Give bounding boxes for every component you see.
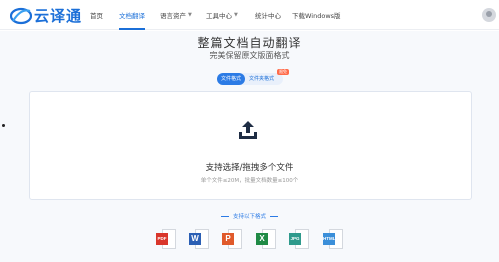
supported-formats-heading: 支持以下格式 [0,212,499,220]
powerpoint-badge: P [222,233,234,245]
top-navigation-bar: 云译通 首页 文档翻译 语言资产 ▼ 工具中心 ▼ 统计中心 下载Windows… [0,0,499,30]
nav-home[interactable]: 首页 [90,0,103,30]
free-badge: 限免 [277,69,289,75]
logo[interactable]: 云译通 [10,5,82,26]
tab-file[interactable]: 文件格式 [217,73,246,85]
chevron-down-icon: ▼ [188,12,192,18]
excel-icon: X [256,229,276,251]
jpg-icon: JPG [289,229,309,251]
nav-label: 首页 [90,12,103,20]
dropzone-instruction: 支持选择/拖拽多个文件 [205,163,294,173]
pdf-badge: PDF [156,233,168,245]
html-badge: HTML [323,233,336,245]
logo-text: 云译通 [34,7,83,25]
jpg-badge: JPG [289,233,301,245]
divider [270,216,278,217]
nav-tool-center[interactable]: 工具中心 ▼ [206,0,238,30]
nav-label: 统计中心 [255,12,281,20]
upload-icon [239,121,257,139]
nav-language-assets[interactable]: 语言资产 ▼ [160,0,192,30]
nav-label: 语言资产 [160,12,186,20]
nav-label: 文档翻译 [119,12,145,20]
html-icon: HTML [323,229,343,251]
pdf-icon: PDF [156,229,176,251]
bullet-dot [2,124,5,127]
dropzone-limit-note: 单个文件≤20M，批量文档数量≤100个 [200,178,299,184]
word-badge: W [189,233,201,245]
chevron-down-icon: ▼ [234,12,238,18]
logo-icon [10,7,32,24]
nav-download-windows[interactable]: 下载Windows版 [292,0,341,30]
supported-formats-label: 支持以下格式 [232,214,266,220]
tab-folder[interactable]: 文件夹格式 [245,73,278,85]
nav-label: 下载Windows版 [292,12,341,20]
excel-badge: X [256,233,268,245]
page-title: 整篇文档自动翻译 [197,36,302,50]
upload-mode-tabs: 文件格式 文件夹格式 [217,73,283,85]
divider [220,216,229,217]
avatar[interactable] [482,8,496,22]
word-icon: W [189,229,209,251]
nav-statistics-center[interactable]: 统计中心 [255,0,281,30]
nav-document-translation[interactable]: 文档翻译 [119,0,145,30]
powerpoint-icon: P [222,229,242,251]
nav-label: 工具中心 [206,12,232,20]
page-subtitle: 完美保留原文版面格式 [209,51,290,60]
